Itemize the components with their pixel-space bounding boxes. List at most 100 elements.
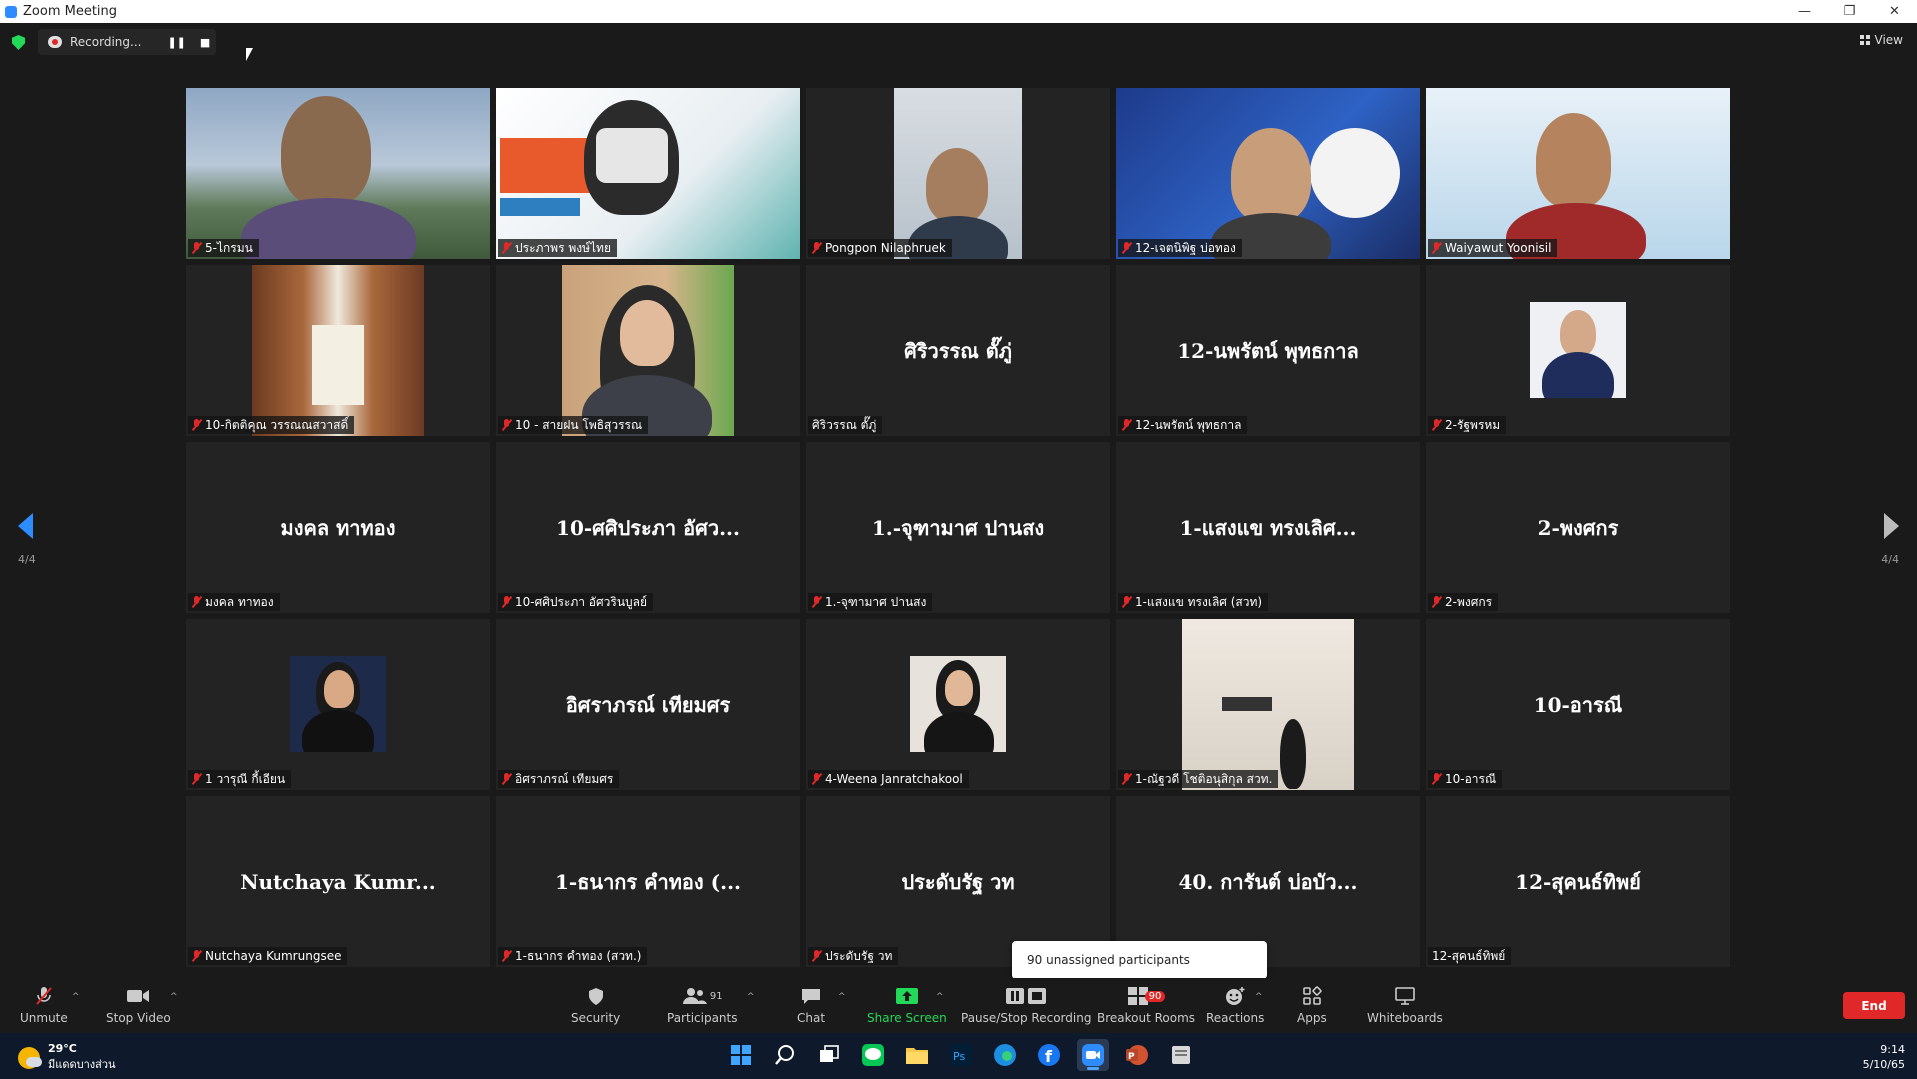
participant-display-name: 10-ศศิประภา อัศว... [556,515,740,540]
participant-tile[interactable]: 1-แสงแข ทรงเลิศ... 1-แสงแข ทรงเลิศ (สวท) [1116,442,1420,613]
participant-tile[interactable]: 12-สุคนธ์ทิพย์ 12-สุคนธ์ทิพย์ [1426,796,1730,967]
muted-mic-icon [192,950,201,962]
encryption-shield-icon[interactable] [12,35,25,50]
participant-tile[interactable]: 10-อารณี 10-อารณี [1426,619,1730,790]
participant-tile[interactable]: 10-กิตติคุณ วรรณณสวาสดิ์ [186,265,490,436]
unmute-button[interactable]: Unmute [20,986,68,1025]
page-indicator-left: 4/4 [18,553,36,566]
powerpoint-icon[interactable]: P [1121,1039,1153,1071]
zoom-window: Zoom Meeting — ❐ ✕ Recording... ❚❚ ■ Vie… [0,0,1917,1079]
participant-name: 5-ไกรมน [205,240,253,255]
participant-name: 10 - สายฝน โพธิสุวรรณ [515,417,643,432]
participant-tile[interactable]: 2-พงศกร 2-พงศกร [1426,442,1730,613]
participant-label: Pongpon Nilaphruek [808,239,952,257]
end-meeting-button[interactable]: End [1843,992,1905,1019]
search-icon[interactable] [769,1039,801,1071]
participant-label: ประภาพร พงษ์ไทย [498,239,617,257]
weather-widget[interactable]: 29°C มีแดดบางส่วน [18,1042,116,1073]
participant-label: 1 วารุณี กี้เอียน [188,770,292,788]
participant-tile[interactable]: 12-นพรัตน์ พุทธกาล 12-นพรัตน์ พุทธกาล [1116,265,1420,436]
participant-tile[interactable]: 10-ศศิประภา อัศว... 10-ศศิประภา อัศวรินบ… [496,442,800,613]
participant-tile[interactable]: 1.-จุฑามาศ ปานสง 1.-จุฑามาศ ปานสง [806,442,1110,613]
windows-start-icon[interactable] [725,1039,757,1071]
task-view-icon[interactable] [813,1039,845,1071]
muted-mic-icon [192,419,201,431]
participant-tile[interactable]: มงคล ทาทอง มงคล ทาทอง [186,442,490,613]
participant-tile[interactable]: 12-เจตนิพิฐ บ่อทอง [1116,88,1420,259]
participant-tile[interactable]: Waiyawut Yoonisil [1426,88,1730,259]
apps-button[interactable]: Apps [1297,986,1327,1025]
participant-display-name: มงคล ทาทอง [280,515,396,540]
share-options-caret-icon[interactable]: ^ [936,992,944,1002]
video-options-caret-icon[interactable]: ^ [170,992,178,1002]
muted-mic-icon [502,950,511,962]
participant-tile[interactable]: 4-Weena Janratchakool [806,619,1110,790]
participant-display-name: 12-นพรัตน์ พุทธกาล [1177,338,1359,363]
participant-display-name: Nutchaya Kumr... [240,869,436,894]
reactions-options-caret-icon[interactable]: ^ [1255,992,1263,1002]
participant-display-name: อิศราภรณ์ เทียมศร [565,692,731,717]
participants-icon: 91 [682,986,723,1006]
stop-recording-button[interactable]: ■ [200,36,210,49]
zoom-app-icon [5,5,17,18]
participant-tile[interactable]: 1 วารุณี กี้เอียน [186,619,490,790]
participant-tile[interactable]: 10 - สายฝน โพธิสุวรรณ [496,265,800,436]
participants-options-caret-icon[interactable]: ^ [747,992,755,1002]
muted-mic-icon [502,773,511,785]
weather-description: มีแดดบางส่วน [48,1058,116,1071]
recording-label: Recording... [70,35,142,49]
restore-button[interactable]: ❐ [1827,0,1872,23]
reactions-label: Reactions [1206,1011,1265,1025]
breakout-rooms-label: Breakout Rooms [1097,1011,1196,1025]
files-icon[interactable] [1165,1039,1197,1071]
participant-tile[interactable]: 5-ไกรมน [186,88,490,259]
security-label: Security [571,1011,621,1025]
whiteboards-button[interactable]: Whiteboards [1367,986,1443,1025]
participant-name: 2-รัฐพรหม [1445,417,1501,432]
breakout-rooms-button[interactable]: 90 Breakout Rooms [1097,986,1195,1025]
chat-options-caret-icon[interactable]: ^ [838,992,846,1002]
minimize-button[interactable]: — [1782,0,1827,23]
participant-name: 12-นพรัตน์ พุทธกาล [1135,417,1242,432]
share-screen-arrow-icon [895,986,919,1006]
security-button[interactable]: Security [571,986,620,1025]
participants-button[interactable]: 91 Participants [667,986,738,1025]
view-button[interactable]: View [1859,33,1903,47]
close-button[interactable]: ✕ [1872,0,1917,23]
stop-video-button[interactable]: Stop Video [106,986,171,1025]
muted-mic-icon [192,596,201,608]
audio-options-caret-icon[interactable]: ^ [72,992,80,1002]
clock-time: 9:14 [1880,1043,1905,1056]
person-face [324,670,354,708]
participant-name: 1-แสงแข ทรงเลิศ (สวท) [1135,594,1263,609]
facebook-icon[interactable]: f [1033,1039,1065,1071]
participant-tile[interactable]: 2-รัฐพรหม [1426,265,1730,436]
participant-display-name: 12-สุคนธ์ทิพย์ [1515,869,1641,894]
photoshop-icon[interactable]: Ps [945,1039,977,1071]
chat-button[interactable]: Chat [797,986,825,1025]
share-screen-button[interactable]: Share Screen [867,986,947,1025]
participant-name: Waiyawut Yoonisil [1445,241,1552,255]
share-screen-label: Share Screen [867,1011,947,1025]
system-clock[interactable]: 9:14 5/10/65 [1863,1042,1905,1072]
file-explorer-icon[interactable] [901,1039,933,1071]
participant-tile[interactable]: Pongpon Nilaphruek [806,88,1110,259]
cloud-recording-icon [48,36,62,48]
pause-recording-button[interactable]: ❚❚ [167,36,185,49]
participant-tile[interactable]: ศิริวรรณ ตั๊ภู่ ศิริวรรณ ตั๊ภู่ [806,265,1110,436]
participant-tile[interactable]: ประภาพร พงษ์ไทย [496,88,800,259]
participant-tile[interactable]: Nutchaya Kumr... Nutchaya Kumrungsee [186,796,490,967]
participant-tile[interactable]: 1-ธนากร คำทอง (... 1-ธนากร คำทอง (สวท.) [496,796,800,967]
next-page-arrow-icon[interactable] [1884,513,1899,539]
participant-tile[interactable]: อิศราภรณ์ เทียมศร อิศราภรณ์ เทียมศร [496,619,800,790]
pause-stop-recording-label: Pause/Stop Recording [961,1011,1092,1025]
zoom-icon[interactable] [1077,1039,1109,1071]
participant-tile[interactable]: 1-ณัฐวดี โชติอนุสิกุล สวท. [1116,619,1420,790]
participant-name: มงคล ทาทอง [205,594,274,609]
participant-label: 2-พงศกร [1428,593,1499,611]
edge-icon[interactable] [989,1039,1021,1071]
previous-page-arrow-icon[interactable] [18,513,33,539]
pause-stop-recording-button[interactable]: Pause/Stop Recording [961,986,1091,1025]
window-title: Zoom Meeting [23,4,118,19]
line-icon[interactable] [857,1039,889,1071]
